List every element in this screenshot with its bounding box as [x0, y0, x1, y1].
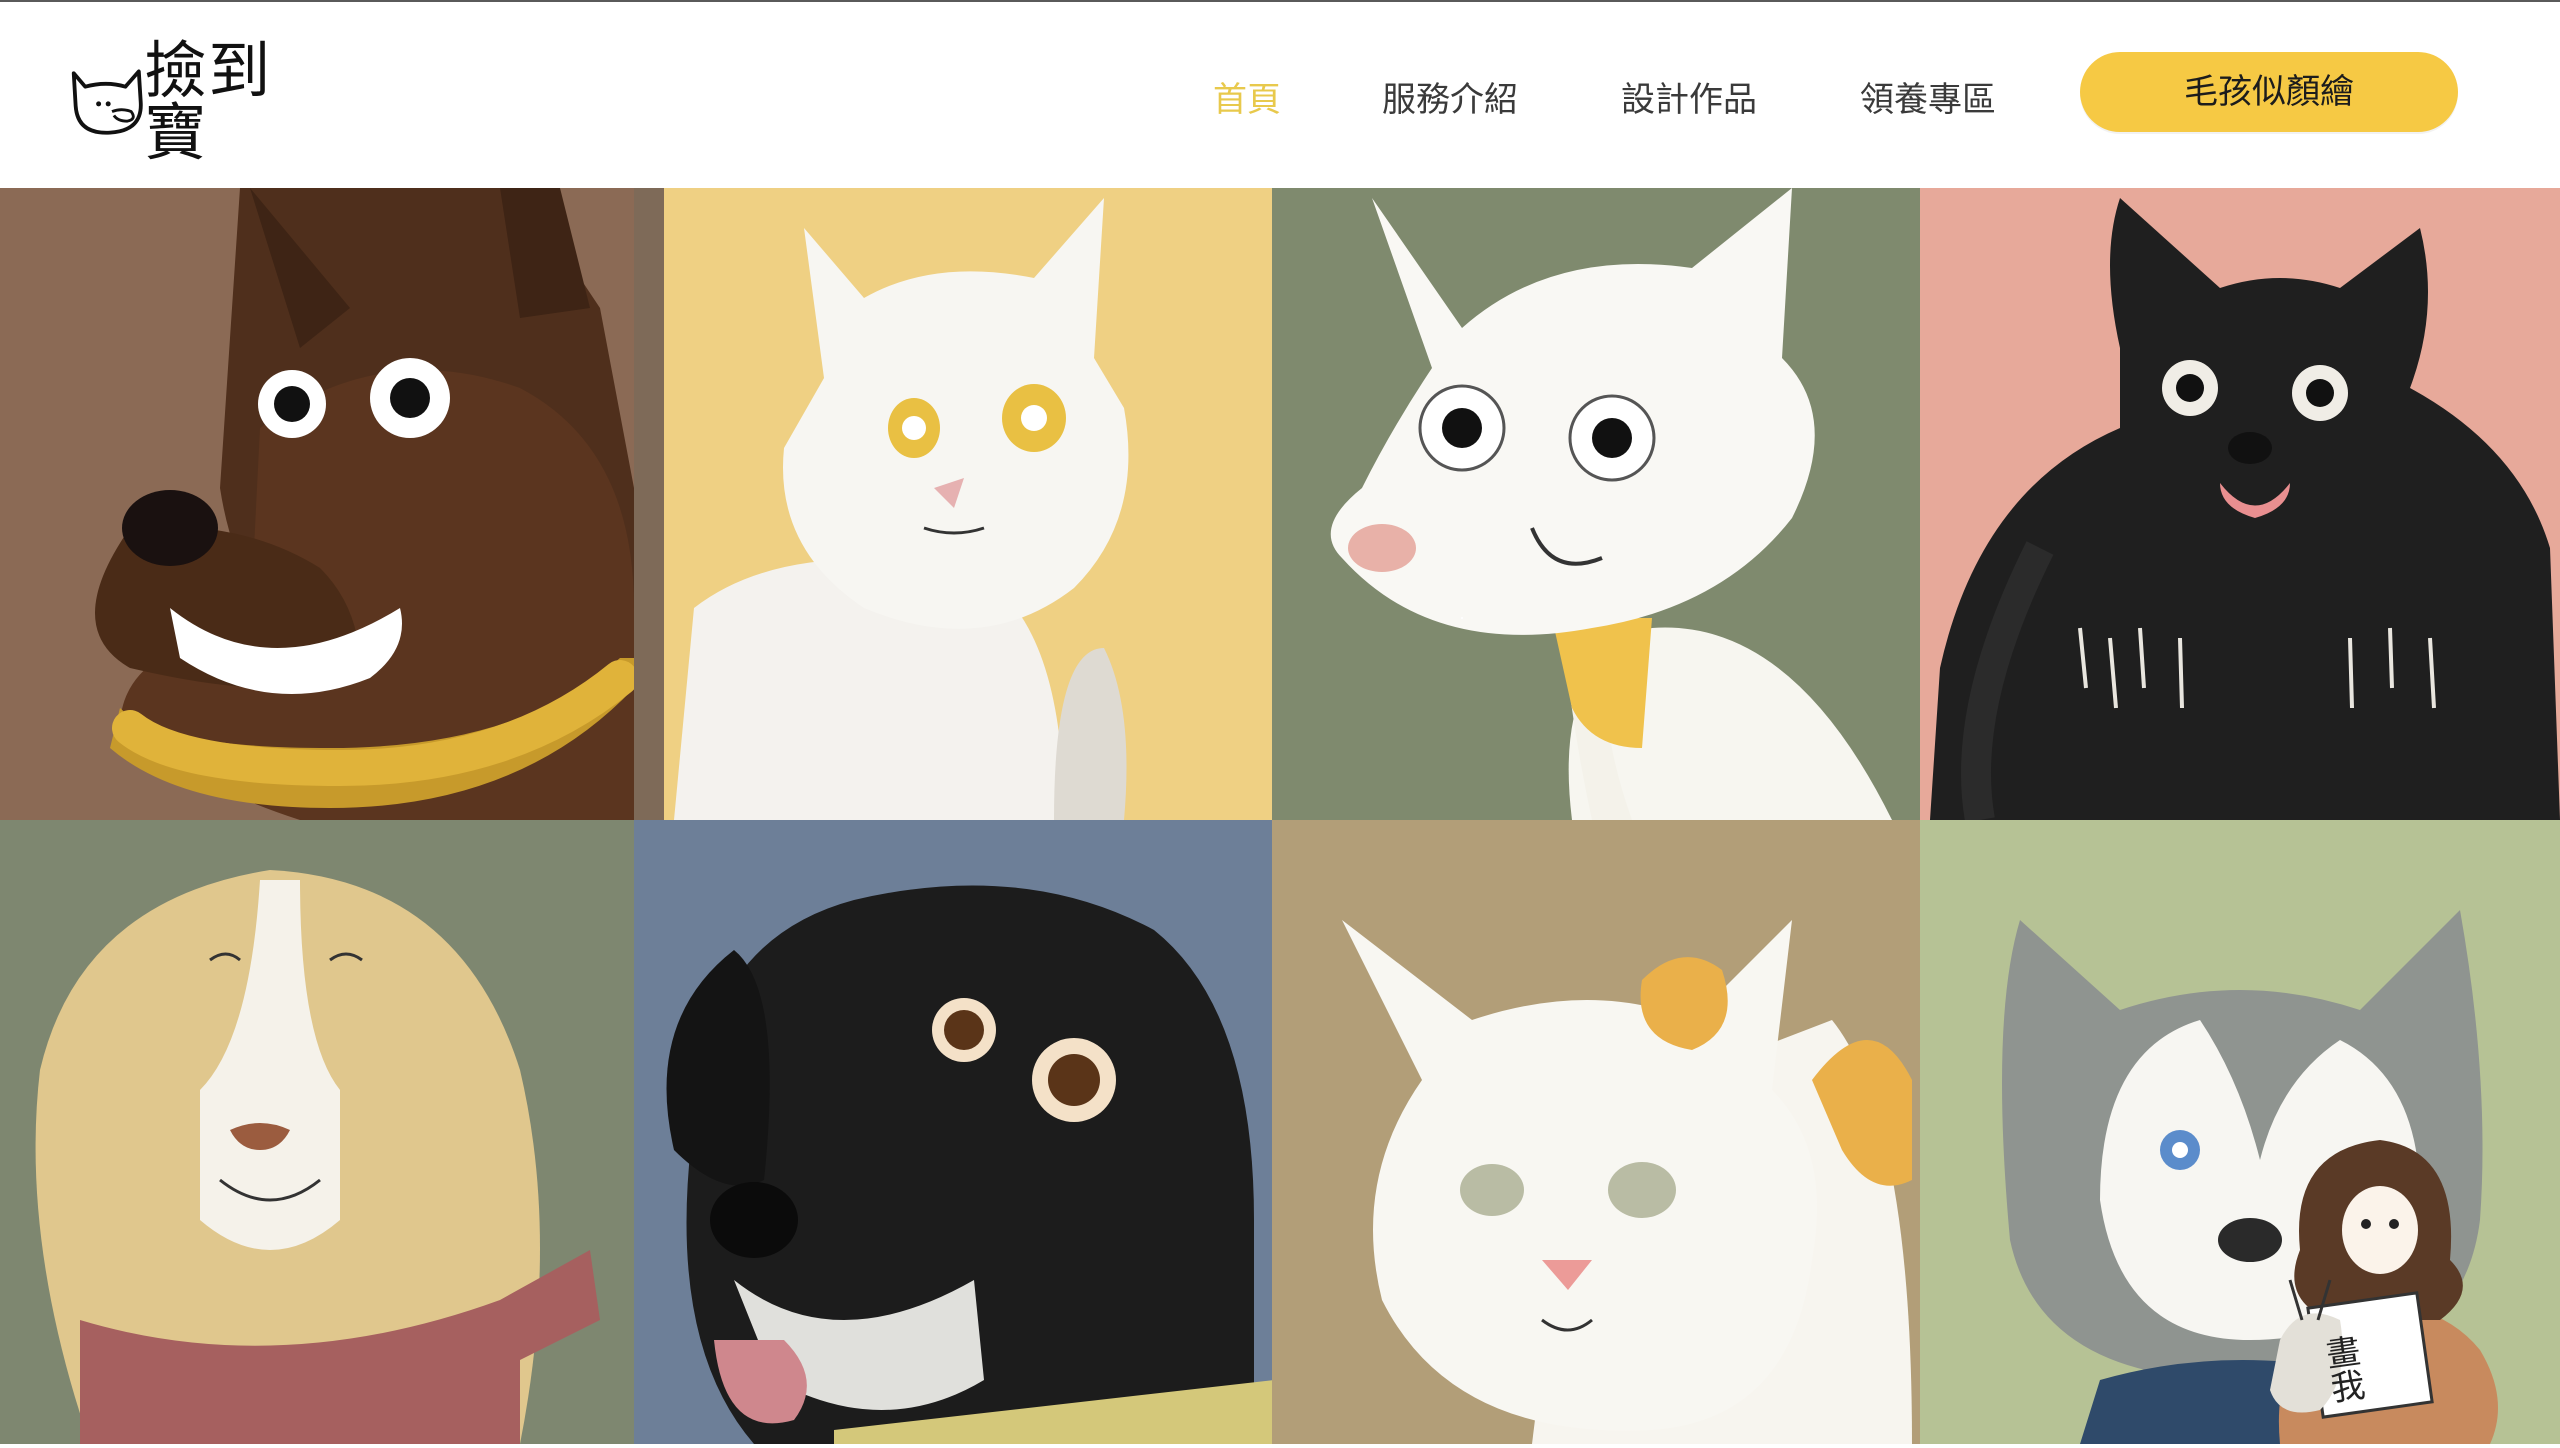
black-fluffy-dog-illustration	[1920, 188, 2560, 820]
bottom-border	[0, 1444, 2560, 1448]
gallery-tile-black-dog[interactable]	[1920, 188, 2560, 820]
husky-illustration	[1920, 820, 2560, 1444]
nav-adoption[interactable]: 領養專區	[1860, 70, 1996, 130]
gallery-tile-brown-dog[interactable]	[0, 188, 634, 820]
pet-portrait-gallery: 畫我	[0, 188, 2560, 1444]
calico-cat-illustration	[1272, 820, 1920, 1444]
nav-home[interactable]: 首頁	[1213, 70, 1281, 130]
brown-dog-illustration	[0, 188, 634, 820]
gallery-tile-husky[interactable]: 畫我	[1920, 820, 2560, 1444]
black-labrador-illustration	[634, 820, 1272, 1444]
site-header: 撿到寶 首頁 服務介紹 設計作品 領養專區 毛孩似顏繪	[0, 2, 2560, 188]
draw-me-sign: 畫我	[2317, 1332, 2367, 1406]
gallery-tile-black-labrador[interactable]	[634, 820, 1272, 1444]
gallery-tile-white-dog[interactable]	[1272, 188, 1920, 820]
nav-services[interactable]: 服務介紹	[1382, 70, 1518, 130]
white-dog-illustration	[1272, 188, 1920, 820]
gallery-tile-white-cat[interactable]	[634, 188, 1272, 820]
gallery-tile-golden-dog[interactable]	[0, 820, 634, 1444]
gallery-tile-calico-cat[interactable]	[1272, 820, 1920, 1444]
white-cat-illustration	[634, 188, 1272, 820]
pet-portrait-cta-button[interactable]: 毛孩似顏繪	[2080, 52, 2458, 132]
nav-portfolio[interactable]: 設計作品	[1621, 70, 1757, 130]
golden-dog-illustration	[0, 820, 634, 1444]
